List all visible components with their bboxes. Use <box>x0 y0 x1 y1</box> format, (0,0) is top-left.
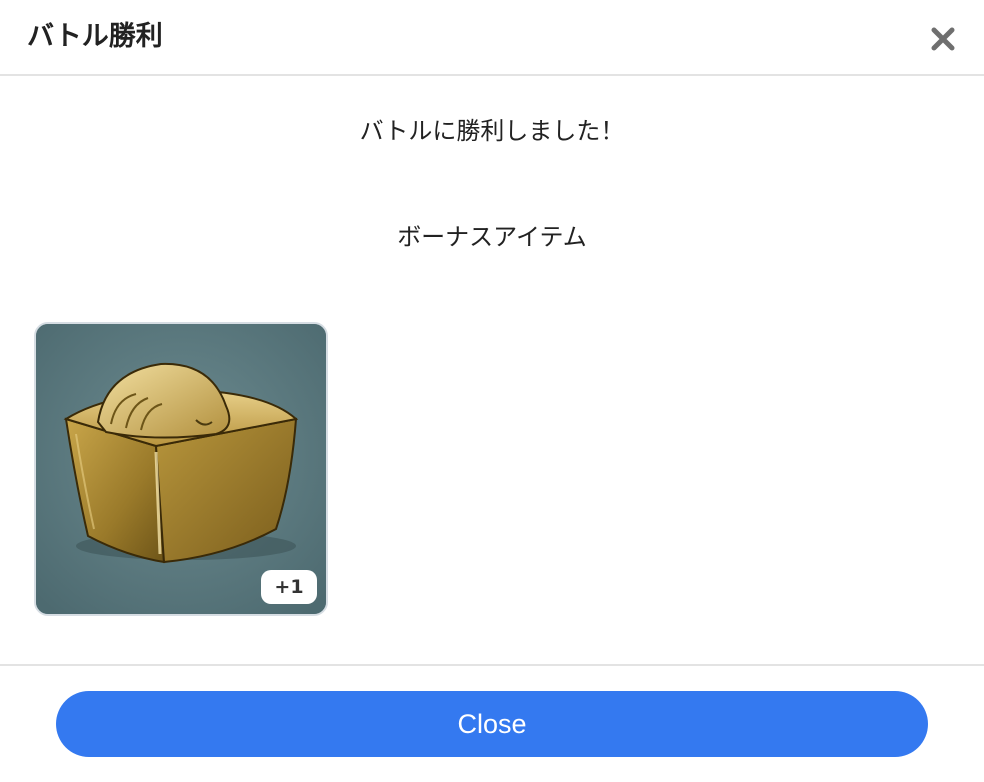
dialog-title: バトル勝利 <box>27 21 163 52</box>
dialog-header: バトル勝利 <box>0 0 984 76</box>
victory-message: バトルに勝利しました！ <box>359 117 625 145</box>
close-icon[interactable] <box>928 24 958 54</box>
battle-victory-dialog: バトル勝利 バトルに勝利しました！ ボーナスアイテム +1 Close <box>0 0 984 782</box>
dialog-footer: Close <box>0 664 984 782</box>
close-button[interactable]: Close <box>56 691 928 757</box>
bonus-items-heading: ボーナスアイテム <box>397 223 587 251</box>
bonus-item-card[interactable]: +1 <box>34 322 328 616</box>
dialog-body: バトルに勝利しました！ ボーナスアイテム +1 <box>0 76 984 664</box>
item-quantity-badge: +1 <box>261 570 317 604</box>
